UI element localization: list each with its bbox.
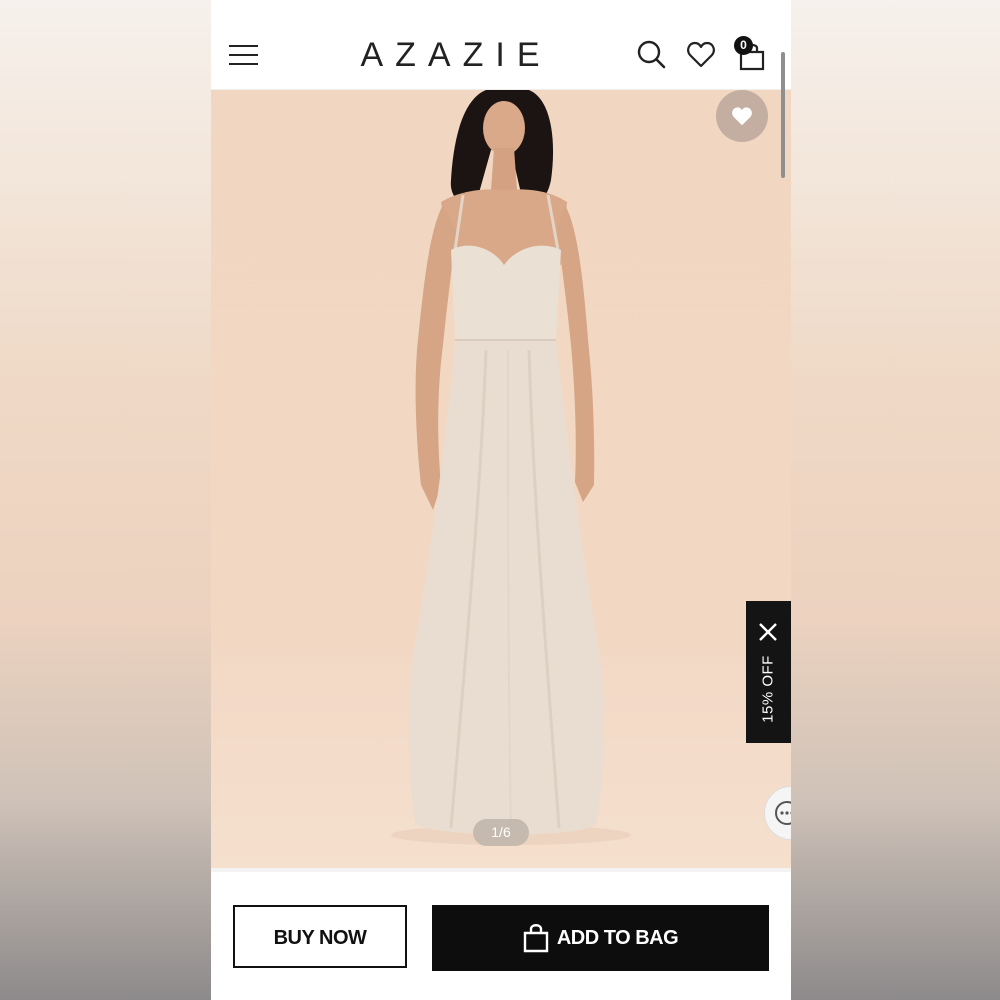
add-to-bag-label: ADD TO BAG [556, 926, 679, 949]
backdrop-left-blur [0, 0, 211, 1000]
image-counter: 1/6 [473, 819, 529, 846]
bag-count-badge: 0 [734, 36, 753, 55]
favorite-button[interactable] [716, 90, 768, 142]
product-image-gallery[interactable]: 1/6 [211, 90, 791, 868]
discount-label: 15% OFF [759, 655, 777, 723]
product-photo [391, 90, 631, 845]
shopping-bag-icon [523, 924, 549, 953]
page-scrollbar[interactable] [781, 52, 785, 178]
shopping-bag-icon[interactable]: 0 [734, 36, 766, 71]
site-header: AZAZIE 0 [211, 0, 791, 90]
buy-now-button[interactable]: BUY NOW [233, 905, 407, 968]
search-icon[interactable] [637, 40, 667, 70]
heart-icon [732, 107, 752, 126]
purchase-bar: BUY NOW ADD TO BAG [211, 868, 791, 1000]
mobile-page: AZAZIE 0 1/6 15% OFF BUY NOW ADD TO BAG [211, 0, 791, 1000]
discount-tab[interactable]: 15% OFF [746, 601, 791, 743]
chat-button[interactable] [764, 786, 791, 840]
heart-icon[interactable] [686, 40, 716, 70]
close-icon[interactable] [757, 621, 779, 643]
brand-logo[interactable]: AZAZIE [351, 36, 561, 75]
menu-icon[interactable] [229, 42, 259, 68]
add-to-bag-button[interactable]: ADD TO BAG [432, 905, 769, 971]
backdrop-right-blur [791, 0, 1000, 1000]
chat-icon [775, 801, 791, 825]
